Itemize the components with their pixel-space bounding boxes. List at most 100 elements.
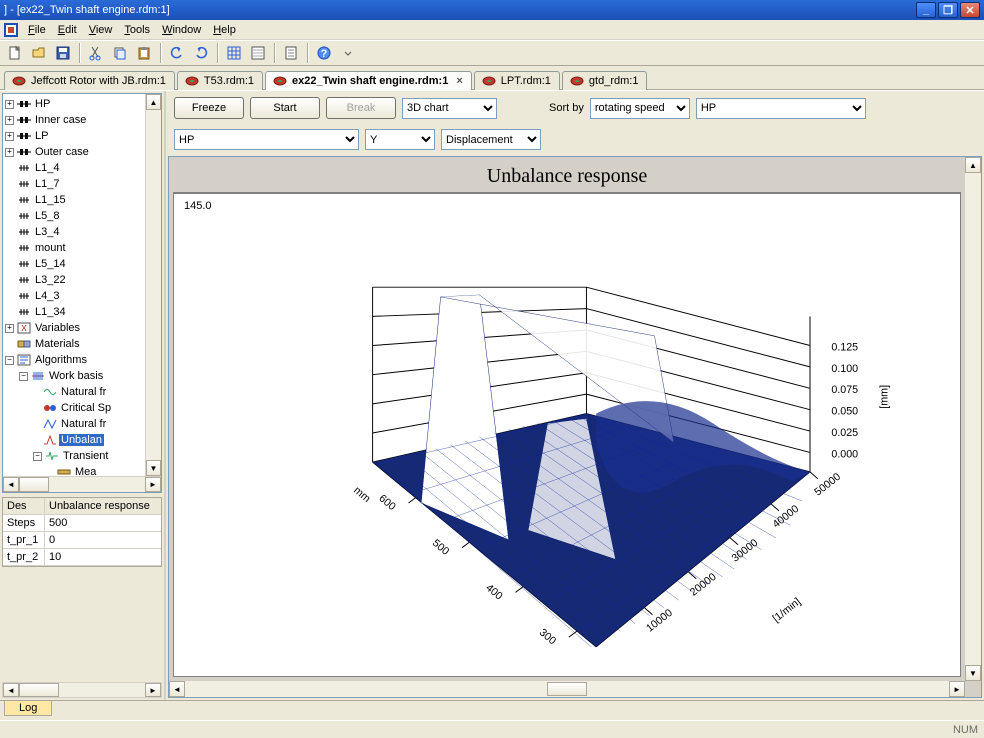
tree-item[interactable]: Natural fr xyxy=(59,418,108,430)
x-axis-select[interactable]: HP xyxy=(174,129,359,150)
tab-t53[interactable]: T53.rdm:1 xyxy=(177,71,263,90)
tree-item[interactable]: Inner case xyxy=(33,114,88,126)
tree-item[interactable]: L3_4 xyxy=(33,226,61,238)
z-tick: 0.050 xyxy=(831,406,858,418)
tree-item[interactable]: Work basis xyxy=(47,370,105,382)
tab-label: T53.rdm:1 xyxy=(204,75,254,87)
tool-settings-icon[interactable] xyxy=(280,42,302,64)
subsystem-icon xyxy=(17,98,31,110)
tree-item[interactable]: L5_14 xyxy=(33,258,68,270)
tool-grid-icon[interactable] xyxy=(223,42,245,64)
tree-item[interactable]: Transient xyxy=(61,450,110,462)
tool-new-icon[interactable] xyxy=(4,42,26,64)
control-bar: Freeze Start Break 3D chart Sort by rota… xyxy=(166,91,984,156)
sortby-select[interactable]: rotating speed xyxy=(590,98,690,119)
tool-undo-icon[interactable] xyxy=(166,42,188,64)
link-icon xyxy=(17,210,31,222)
tool-copy-icon[interactable] xyxy=(109,42,131,64)
y-axis-select[interactable]: Y xyxy=(365,129,435,150)
tab-lpt[interactable]: LPT.rdm:1 xyxy=(474,71,560,90)
link-icon xyxy=(17,178,31,190)
window-close-button[interactable]: ✕ xyxy=(960,2,980,18)
y-axis-label: mm xyxy=(351,484,372,505)
tool-cut-icon[interactable] xyxy=(85,42,107,64)
break-button[interactable]: Break xyxy=(326,97,396,119)
tab-ex22[interactable]: ex22_Twin shaft engine.rdm:1 × xyxy=(265,71,472,90)
tree-item[interactable]: HP xyxy=(33,98,52,110)
tree-toggle[interactable]: − xyxy=(33,452,42,461)
tool-open-icon[interactable] xyxy=(28,42,50,64)
tool-save-icon[interactable] xyxy=(52,42,74,64)
menu-window[interactable]: Window xyxy=(156,22,207,38)
chart-vscrollbar[interactable]: ▲▼ xyxy=(965,157,981,681)
tab-label: gtd_rdm:1 xyxy=(589,75,639,87)
tree-toggle[interactable]: + xyxy=(5,132,14,141)
menu-edit[interactable]: Edit xyxy=(52,22,83,38)
tree-item[interactable]: Natural fr xyxy=(59,386,108,398)
menu-view[interactable]: View xyxy=(83,22,119,38)
tree-toggle[interactable]: + xyxy=(5,148,14,157)
tree-item[interactable]: L3_22 xyxy=(33,274,68,286)
y-tick: 600 xyxy=(376,492,397,513)
tree-item[interactable]: Materials xyxy=(33,338,82,350)
tree-item[interactable]: L1_4 xyxy=(33,162,61,174)
tree-item[interactable]: LP xyxy=(33,130,50,142)
freeze-button[interactable]: Freeze xyxy=(174,97,244,119)
chart-3d-surface[interactable]: 0.125 0.100 0.075 0.050 0.025 0.000 [mm]… xyxy=(174,190,960,676)
tree-item[interactable]: L1_34 xyxy=(33,306,68,318)
status-num: NUM xyxy=(953,724,978,736)
tree-item[interactable]: L1_15 xyxy=(33,194,68,206)
tree-toggle[interactable]: + xyxy=(5,116,14,125)
tool-paste-icon[interactable] xyxy=(133,42,155,64)
tree-vscrollbar[interactable]: ▲▼ xyxy=(145,94,161,476)
prop-val[interactable]: 10 xyxy=(45,549,161,565)
tool-help-icon[interactable]: ? xyxy=(313,42,335,64)
log-tab[interactable]: Log xyxy=(4,701,52,716)
menu-file[interactable]: File xyxy=(22,22,52,38)
tab-close-icon[interactable]: × xyxy=(456,75,462,87)
menu-help[interactable]: Help xyxy=(207,22,242,38)
tree-hscrollbar[interactable]: ◄► xyxy=(3,476,161,492)
variables-icon: x xyxy=(17,322,31,334)
chart-type-select[interactable]: 3D chart xyxy=(402,98,497,119)
chart-hscrollbar[interactable]: ◄► xyxy=(169,681,965,697)
natfreq-icon xyxy=(43,418,57,430)
series-select[interactable]: HP xyxy=(696,98,866,119)
tree-item[interactable]: mount xyxy=(33,242,68,254)
tree-toggle[interactable]: + xyxy=(5,324,14,333)
subsystem-icon xyxy=(17,114,31,126)
tree-item[interactable]: Critical Sp xyxy=(59,402,113,414)
menu-tools[interactable]: Tools xyxy=(118,22,156,38)
leftpanel-hscrollbar[interactable]: ◄► xyxy=(2,682,162,698)
z-tick: 0.100 xyxy=(831,363,858,375)
tree-item[interactable]: L5_8 xyxy=(33,210,61,222)
tree-item[interactable]: Variables xyxy=(33,322,82,334)
z-axis-select[interactable]: Displacement xyxy=(441,129,541,150)
tree-item[interactable]: L1_7 xyxy=(33,178,61,190)
tree-toggle[interactable]: + xyxy=(5,100,14,109)
tree-toggle[interactable]: − xyxy=(5,356,14,365)
tab-gtd[interactable]: gtd_rdm:1 xyxy=(562,71,648,90)
tree-item[interactable]: L4_3 xyxy=(33,290,61,302)
model-tree[interactable]: + HP + Inner case + LP + Outer case L1_4 L1_… xyxy=(2,93,162,493)
z-tick: 0.075 xyxy=(831,384,858,396)
window-maximize-button[interactable]: ❐ xyxy=(938,2,958,18)
link-icon xyxy=(17,194,31,206)
z-tick: 0.000 xyxy=(831,448,858,460)
tool-props-icon[interactable] xyxy=(247,42,269,64)
materials-icon xyxy=(17,338,31,350)
toolbar: ? xyxy=(0,40,984,66)
tree-item[interactable]: Algorithms xyxy=(33,354,89,366)
tree-item-selected[interactable]: Unbalan xyxy=(59,434,104,446)
prop-val[interactable]: 0 xyxy=(45,532,161,548)
x-tick: 50000 xyxy=(812,471,843,499)
tree-item[interactable]: Outer case xyxy=(33,146,91,158)
tab-jeffcott[interactable]: Jeffcott Rotor with JB.rdm:1 xyxy=(4,71,175,90)
tool-dropdown-icon[interactable] xyxy=(337,42,359,64)
window-minimize-button[interactable]: _ xyxy=(916,2,936,18)
rotor-icon xyxy=(569,75,585,87)
tree-toggle[interactable]: − xyxy=(19,372,28,381)
start-button[interactable]: Start xyxy=(250,97,320,119)
prop-val[interactable]: 500 xyxy=(45,515,161,531)
tool-redo-icon[interactable] xyxy=(190,42,212,64)
